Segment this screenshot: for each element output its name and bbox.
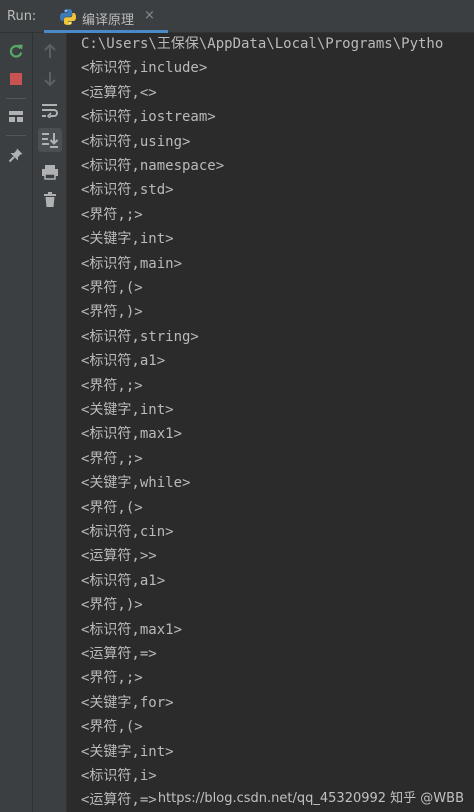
- console-line: <运算符,<>: [81, 84, 157, 101]
- console-line: <界符,;>: [81, 377, 143, 394]
- down-arrow-icon[interactable]: [39, 68, 61, 90]
- console-command-line: C:\Users\王保保\AppData\Local\Programs\Pyth…: [81, 36, 444, 52]
- console-line: <运算符,>>: [81, 548, 157, 565]
- console-line: <标识符,iostream>: [81, 109, 216, 126]
- console-line: <界符,(>: [81, 719, 143, 736]
- close-icon[interactable]: ×: [144, 8, 155, 23]
- watermark-text: https://blog.csdn.net/qq_45320992 知乎 @WB…: [157, 791, 464, 806]
- console-line: <标识符,a1>: [81, 572, 166, 589]
- toolbar-divider: [6, 98, 26, 99]
- console-line: <关键字,int>: [81, 231, 174, 248]
- console-line: <标识符,main>: [81, 255, 183, 272]
- console-line: <标识符,include>: [81, 60, 208, 77]
- console-line: <界符,(>: [81, 280, 143, 296]
- console-line: <标识符,i>: [81, 768, 157, 784]
- up-arrow-icon[interactable]: [39, 40, 61, 62]
- console-side-toolbar: [33, 33, 67, 812]
- python-icon: [59, 8, 77, 26]
- console-line: <标识符,namespace>: [81, 158, 225, 174]
- stop-icon[interactable]: [5, 68, 27, 90]
- pin-icon[interactable]: [5, 144, 27, 166]
- console-line: <关键字,int>: [81, 402, 174, 418]
- console-line: <标识符,string>: [81, 328, 199, 345]
- layout-icon[interactable]: [5, 105, 27, 127]
- console-line: <界符,;>: [81, 670, 143, 687]
- console-line: <界符,(>: [81, 499, 143, 516]
- console-line: <关键字,for>: [81, 694, 174, 711]
- console-output[interactable]: C:\Users\王保保\AppData\Local\Programs\Pyth…: [67, 33, 474, 812]
- tab-run-config[interactable]: 编译原理 ×: [44, 0, 168, 33]
- console-line: <界符,;>: [81, 206, 143, 223]
- toolbar-divider: [6, 135, 26, 136]
- tab-title: 编译原理: [82, 13, 135, 28]
- console-line: <关键字,while>: [81, 475, 191, 492]
- console-line: <标识符,cin>: [81, 524, 174, 540]
- rerun-icon[interactable]: [5, 40, 27, 62]
- soft-wrap-icon[interactable]: [39, 99, 61, 121]
- console-line: <界符,)>: [81, 304, 143, 321]
- console-line: <关键字,int>: [81, 743, 174, 760]
- console-line: <标识符,max1>: [81, 426, 183, 443]
- console-line: <标识符,std>: [81, 182, 174, 199]
- scroll-to-end-icon[interactable]: [38, 128, 62, 152]
- console-line: <运算符,=>: [81, 646, 157, 662]
- print-icon[interactable]: [39, 161, 61, 183]
- run-label: Run:: [7, 9, 37, 24]
- console-line: <界符,)>: [81, 597, 143, 614]
- console-line: <标识符,max1>: [81, 621, 183, 638]
- console-line: <标识符,a1>: [81, 353, 166, 370]
- console-line: <标识符,using>: [81, 133, 191, 150]
- run-side-toolbar: [0, 33, 33, 812]
- console-line: <运算符,=>: [81, 792, 157, 809]
- trash-icon[interactable]: [39, 189, 61, 211]
- run-toolbar: Run: 编译原理 ×: [0, 0, 474, 33]
- console-line: <界符,;>: [81, 450, 143, 467]
